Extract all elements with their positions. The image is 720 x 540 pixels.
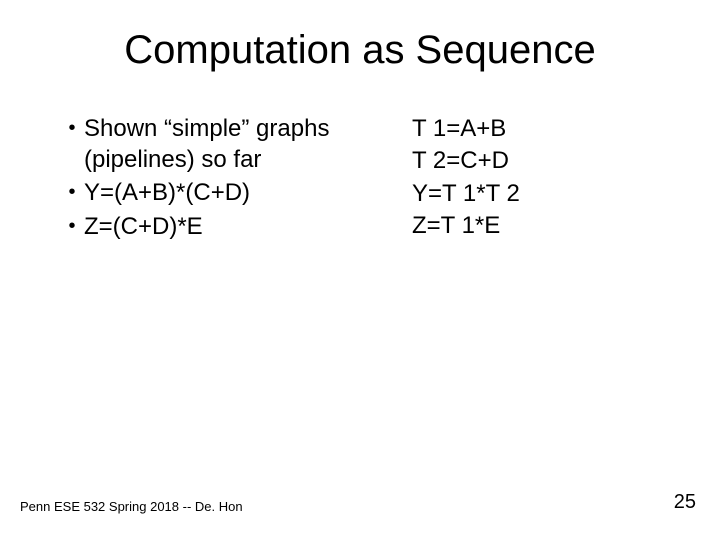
content-area: • Shown “simple” graphs (pipelines) so f… (0, 113, 720, 244)
bullet-icon: • (60, 211, 84, 241)
footer-text: Penn ESE 532 Spring 2018 -- De. Hon (20, 499, 243, 514)
slide-title: Computation as Sequence (0, 0, 720, 113)
list-item: • Shown “simple” graphs (pipelines) so f… (60, 113, 352, 175)
bullet-text: Shown “simple” graphs (pipelines) so far (84, 113, 352, 175)
bullet-icon: • (60, 113, 84, 143)
equation-line: T 2=C+D (412, 145, 660, 177)
bullet-list: • Shown “simple” graphs (pipelines) so f… (60, 113, 372, 244)
equation-line: T 1=A+B (412, 113, 660, 145)
bullet-icon: • (60, 177, 84, 207)
equations-list: T 1=A+B T 2=C+D Y=T 1*T 2 Z=T 1*E (372, 113, 660, 244)
bullet-text: Y=(A+B)*(C+D) (84, 177, 352, 208)
equation-line: Z=T 1*E (412, 210, 660, 242)
list-item: • Z=(C+D)*E (60, 211, 352, 242)
equation-line: Y=T 1*T 2 (412, 178, 660, 210)
bullet-text: Z=(C+D)*E (84, 211, 352, 242)
list-item: • Y=(A+B)*(C+D) (60, 177, 352, 208)
page-number: 25 (674, 491, 696, 514)
